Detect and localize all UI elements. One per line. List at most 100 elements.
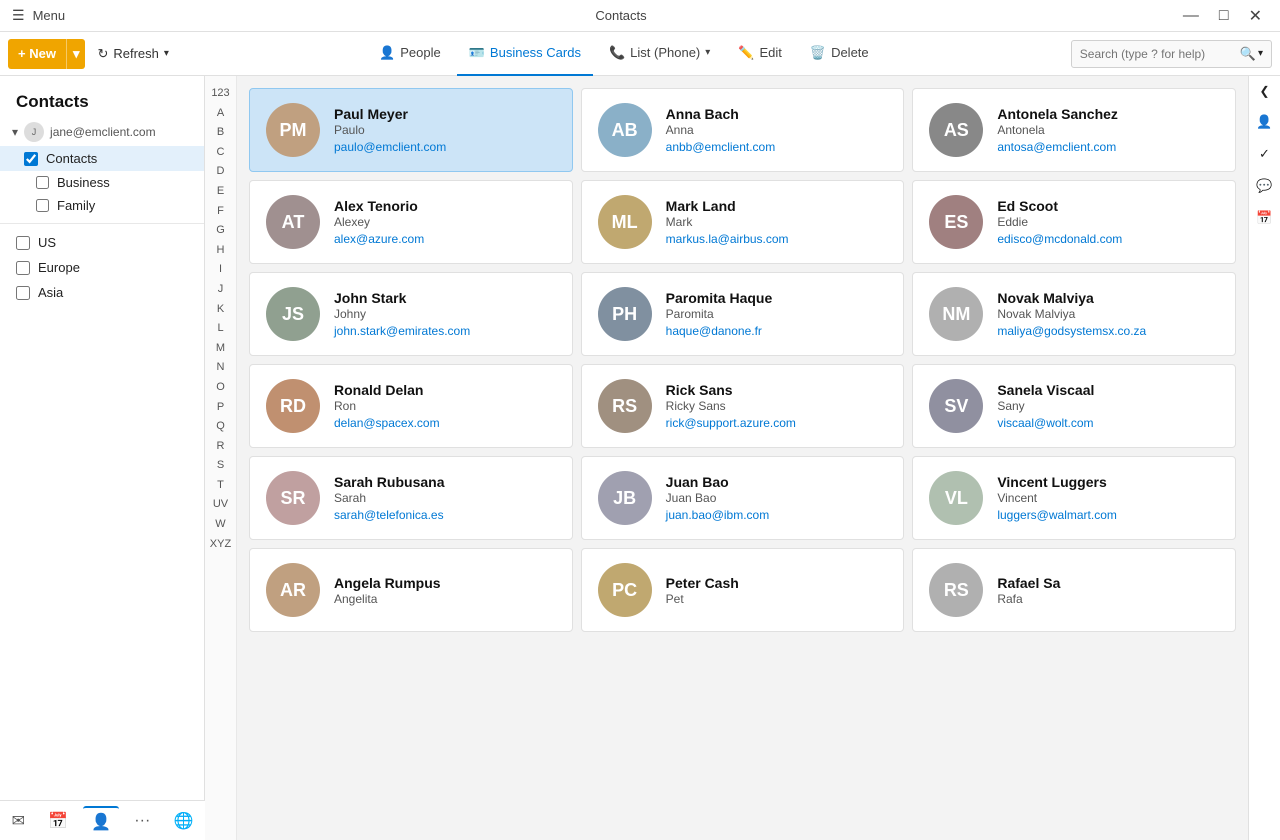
right-check-icon[interactable]: ✓ <box>1259 146 1270 162</box>
contact-card[interactable]: ML Mark Land Mark markus.la@airbus.com <box>581 180 905 264</box>
contact-card[interactable]: AT Alex Tenorio Alexey alex@azure.com <box>249 180 573 264</box>
avatar: J <box>24 122 44 142</box>
alpha-M[interactable]: M <box>216 339 225 359</box>
right-calendar-icon[interactable]: 📅 <box>1256 210 1272 226</box>
refresh-button[interactable]: ↻ Refresh ▾ <box>89 39 176 69</box>
contact-card[interactable]: PM Paul Meyer Paulo paulo@emclient.com <box>249 88 573 172</box>
tab-delete[interactable]: 🗑️ Delete <box>798 32 881 76</box>
alpha-S[interactable]: S <box>217 456 224 476</box>
alpha-D[interactable]: D <box>217 162 225 182</box>
contact-card[interactable]: RD Ronald Delan Ron delan@spacex.com <box>249 364 573 448</box>
contact-avatar: JS <box>266 287 320 341</box>
alpha-E[interactable]: E <box>217 182 224 202</box>
contact-avatar: RS <box>929 563 983 617</box>
contact-info: Rick Sans Ricky Sans rick@support.azure.… <box>666 382 888 430</box>
contact-card[interactable]: AS Antonela Sanchez Antonela antosa@emcl… <box>912 88 1236 172</box>
alpha-F[interactable]: F <box>217 202 224 222</box>
tab-business-cards[interactable]: 🪪 Business Cards <box>457 32 593 76</box>
alpha-J[interactable]: J <box>218 280 224 300</box>
collapse-icon[interactable]: ❮ <box>1259 84 1269 98</box>
sidebar-item-contacts[interactable]: Contacts <box>0 146 204 171</box>
sidebar-item-family[interactable]: Family <box>36 194 204 217</box>
alpha-G[interactable]: G <box>216 221 225 241</box>
contact-name: Mark Land <box>666 198 888 214</box>
alpha-C[interactable]: C <box>217 143 225 163</box>
alpha-W[interactable]: W <box>215 515 225 535</box>
contact-name: Ronald Delan <box>334 382 556 398</box>
contact-card[interactable]: RS Rafael Sa Rafa <box>912 548 1236 632</box>
search-box[interactable]: 🔍 ▾ <box>1071 40 1272 68</box>
close-button[interactable]: ✕ <box>1243 4 1268 28</box>
alpha-P[interactable]: P <box>217 398 224 418</box>
asia-checkbox[interactable] <box>16 286 30 300</box>
alpha-R[interactable]: R <box>217 437 225 457</box>
nav-contacts-button[interactable]: 👤 <box>83 806 119 836</box>
europe-checkbox[interactable] <box>16 261 30 275</box>
contact-card[interactable]: RS Rick Sans Ricky Sans rick@support.azu… <box>581 364 905 448</box>
minimize-button[interactable]: — <box>1177 4 1205 28</box>
contact-card[interactable]: JB Juan Bao Juan Bao juan.bao@ibm.com <box>581 456 905 540</box>
sidebar-account[interactable]: ▾ J jane@emclient.com <box>0 118 204 146</box>
refresh-arrow: ▾ <box>164 48 169 59</box>
alpha-Q[interactable]: Q <box>216 417 225 437</box>
new-button[interactable]: + New ▾ <box>8 39 85 69</box>
contact-email: paulo@emclient.com <box>334 140 556 154</box>
alpha-XYZ[interactable]: XYZ <box>210 535 231 555</box>
tab-delete-label: Delete <box>831 45 869 60</box>
contact-card[interactable]: VL Vincent Luggers Vincent luggers@walma… <box>912 456 1236 540</box>
contact-nick: Paromita <box>666 307 888 321</box>
alpha-L[interactable]: L <box>217 319 223 339</box>
tab-list-phone[interactable]: 📞 List (Phone) ▾ <box>597 32 722 76</box>
right-person-icon[interactable]: 👤 <box>1256 114 1272 130</box>
nav-more-button[interactable]: ··· <box>126 808 158 834</box>
contact-card[interactable]: SR Sarah Rubusana Sarah sarah@telefonica… <box>249 456 573 540</box>
alpha-O[interactable]: O <box>216 378 225 398</box>
sidebar-item-europe[interactable]: Europe <box>0 255 204 280</box>
business-checkbox[interactable] <box>36 176 49 189</box>
contact-card[interactable]: PH Paromita Haque Paromita haque@danone.… <box>581 272 905 356</box>
contact-card[interactable]: JS John Stark Johny john.stark@emirates.… <box>249 272 573 356</box>
us-checkbox[interactable] <box>16 236 30 250</box>
right-chat-icon[interactable]: 💬 <box>1256 178 1272 194</box>
alpha-B[interactable]: B <box>217 123 224 143</box>
contact-card[interactable]: AB Anna Bach Anna anbb@emclient.com <box>581 88 905 172</box>
search-dropdown-arrow[interactable]: ▾ <box>1258 48 1263 59</box>
menu-icon: ☰ <box>12 7 25 24</box>
nav-globe-button[interactable]: 🌐 <box>165 807 201 835</box>
contact-email: rick@support.azure.com <box>666 416 888 430</box>
contact-card[interactable]: PC Peter Cash Pet <box>581 548 905 632</box>
sidebar-item-business[interactable]: Business <box>36 171 204 194</box>
contact-info: Anna Bach Anna anbb@emclient.com <box>666 106 888 154</box>
alpha-123[interactable]: 123 <box>211 84 229 104</box>
new-dropdown-arrow[interactable]: ▾ <box>66 39 86 69</box>
contact-avatar: ML <box>598 195 652 249</box>
alpha-UV[interactable]: UV <box>213 495 228 515</box>
contact-card[interactable]: NM Novak Malviya Novak Malviya maliya@go… <box>912 272 1236 356</box>
contact-info: Paul Meyer Paulo paulo@emclient.com <box>334 106 556 154</box>
contact-card[interactable]: SV Sanela Viscaal Sany viscaal@wolt.com <box>912 364 1236 448</box>
sidebar-item-asia[interactable]: Asia <box>0 280 204 305</box>
alpha-A[interactable]: A <box>217 104 224 124</box>
alpha-I[interactable]: I <box>219 260 222 280</box>
maximize-button[interactable]: □ <box>1213 4 1235 28</box>
contacts-checkbox[interactable] <box>24 152 38 166</box>
contact-email: delan@spacex.com <box>334 416 556 430</box>
family-checkbox[interactable] <box>36 199 49 212</box>
tab-people[interactable]: 👤 People <box>367 32 453 76</box>
contact-card[interactable]: ES Ed Scoot Eddie edisco@mcdonald.com <box>912 180 1236 264</box>
alpha-K[interactable]: K <box>217 300 224 320</box>
sidebar-item-us[interactable]: US <box>0 230 204 255</box>
nav-mail-button[interactable]: ✉ <box>4 807 33 835</box>
contact-name: Ed Scoot <box>997 198 1219 214</box>
search-input[interactable] <box>1080 47 1240 61</box>
search-icon: 🔍 <box>1240 46 1256 62</box>
alpha-T[interactable]: T <box>217 476 224 496</box>
alpha-H[interactable]: H <box>217 241 225 261</box>
contact-info: Alex Tenorio Alexey alex@azure.com <box>334 198 556 246</box>
tab-edit[interactable]: ✏️ Edit <box>726 32 794 76</box>
contact-avatar: ES <box>929 195 983 249</box>
contact-card[interactable]: AR Angela Rumpus Angelita <box>249 548 573 632</box>
nav-calendar-button[interactable]: 📅 <box>40 807 76 835</box>
alpha-N[interactable]: N <box>217 358 225 378</box>
contact-name: Vincent Luggers <box>997 474 1219 490</box>
